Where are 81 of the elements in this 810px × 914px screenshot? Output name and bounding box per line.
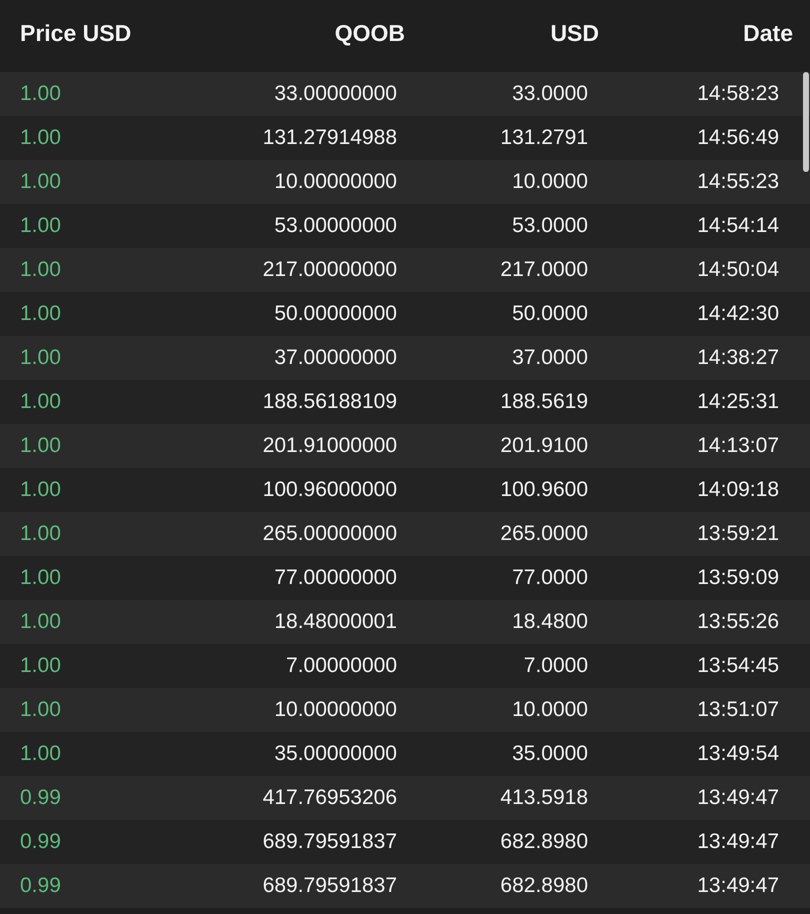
- table-cell-text: 13:55:26: [696, 610, 779, 634]
- table-cell-text: 201.9100: [499, 434, 588, 458]
- table-cell-text: 10.00000000: [273, 698, 397, 722]
- table-cell-text: 14:55:23: [696, 170, 779, 194]
- table-cell-text: 53.0000: [511, 214, 588, 238]
- price-cell-text: 1.00: [19, 434, 62, 458]
- price-cell-text: 1.00: [19, 610, 62, 634]
- price-cell-text: 1.00: [19, 390, 62, 414]
- table-cell-text: 35.0000: [511, 742, 588, 766]
- scrollbar[interactable]: [803, 72, 809, 172]
- table-cell-text: 18.4800: [511, 610, 588, 634]
- table-cell-text: 14:54:14: [696, 214, 779, 238]
- table-cell-text: 14:50:04: [696, 258, 779, 282]
- table-cell-text: 13:49:47: [696, 874, 779, 898]
- table-cell-text: 14:38:27: [696, 346, 779, 370]
- column-header: QOOB: [334, 20, 405, 46]
- table-cell-text: 100.96000000: [262, 478, 397, 502]
- table-cell-text: 10.0000: [511, 698, 588, 722]
- price-cell-text: 0.99: [19, 830, 62, 854]
- table-cell-text: 13:59:21: [696, 522, 779, 546]
- table-cell-text: 689.79591837: [262, 830, 397, 854]
- table-cell-text: 201.91000000: [262, 434, 397, 458]
- table-cell-text: 77.00000000: [273, 566, 397, 590]
- table-cell-text: 10.00000000: [273, 170, 397, 194]
- table-cell-text: 7.0000: [522, 654, 588, 678]
- price-cell-text: 1.00: [19, 258, 62, 282]
- price-cell-text: 1.00: [19, 82, 62, 106]
- price-cell-text: 1.00: [19, 698, 62, 722]
- table-cell-text: 131.27914988: [262, 126, 397, 150]
- table-cell-text: 131.2791: [499, 126, 588, 150]
- table-cell-text: 33.00000000: [273, 82, 397, 106]
- table-cell-text: 13:59:09: [696, 566, 779, 590]
- price-cell-text: 0.99: [19, 874, 62, 898]
- table-cell-text: 689.79591837: [262, 874, 397, 898]
- table-cell-text: 14:09:18: [696, 478, 779, 502]
- price-cell-text: 1.00: [19, 478, 62, 502]
- table-cell-text: 13:54:45: [696, 654, 779, 678]
- price-cell-text: 1.00: [19, 302, 62, 326]
- price-cell-text: 1.00: [19, 742, 62, 766]
- table-cell-text: 37.00000000: [273, 346, 397, 370]
- table-cell-text: 53.00000000: [273, 214, 397, 238]
- table-cell-text: 7.00000000: [285, 654, 397, 678]
- price-cell-text: 1.00: [19, 566, 62, 590]
- table-cell-text: 50.0000: [511, 302, 588, 326]
- price-cell-text: 1.00: [19, 126, 62, 150]
- table-cell-text: 682.8980: [499, 830, 588, 854]
- table-cell-text: 413.5918: [499, 786, 588, 810]
- table-cell-text: 10.0000: [511, 170, 588, 194]
- column-header: Date: [742, 20, 793, 46]
- table-cell-text: 14:25:31: [696, 390, 779, 414]
- price-cell-text: 1.00: [19, 346, 62, 370]
- table-cell-text: 217.00000000: [262, 258, 397, 282]
- table-cell-text: 100.9600: [499, 478, 588, 502]
- table-cell-text: 13:49:54: [696, 742, 779, 766]
- table-cell-text: 188.56188109: [262, 390, 397, 414]
- table-cell-text: 14:58:23: [696, 82, 779, 106]
- price-cell-text: 1.00: [19, 214, 62, 238]
- table-cell-text: 37.0000: [511, 346, 588, 370]
- table-cell-text: 417.76953206: [262, 786, 397, 810]
- table-cell-text: 265.00000000: [262, 522, 397, 546]
- table-cell-text: 50.00000000: [273, 302, 397, 326]
- table-cell-text: 13:49:47: [696, 830, 779, 854]
- price-cell-text: 1.00: [19, 522, 62, 546]
- price-cell-text: 0.99: [19, 786, 62, 810]
- table-cell-text: 13:49:47: [696, 786, 779, 810]
- table-cell-text: 18.48000001: [273, 610, 397, 634]
- table-cell-text: 14:13:07: [696, 434, 779, 458]
- price-cell-text: 1.00: [19, 170, 62, 194]
- table-cell-text: 217.0000: [499, 258, 588, 282]
- table-cell-text: 188.5619: [499, 390, 588, 414]
- table-cell-text: 265.0000: [499, 522, 588, 546]
- table-cell-text: 35.00000000: [273, 742, 397, 766]
- price-cell-text: 1.00: [19, 654, 62, 678]
- column-header: Price USD: [19, 20, 132, 46]
- table-cell-text: 14:56:49: [696, 126, 779, 150]
- table-cell-text: 682.8980: [499, 874, 588, 898]
- table-cell-text: 13:51:07: [696, 698, 779, 722]
- table-cell-text: 33.0000: [511, 82, 588, 106]
- column-header: USD: [549, 20, 599, 46]
- table-cell-text: 14:42:30: [696, 302, 779, 326]
- table-cell-text: 77.0000: [511, 566, 588, 590]
